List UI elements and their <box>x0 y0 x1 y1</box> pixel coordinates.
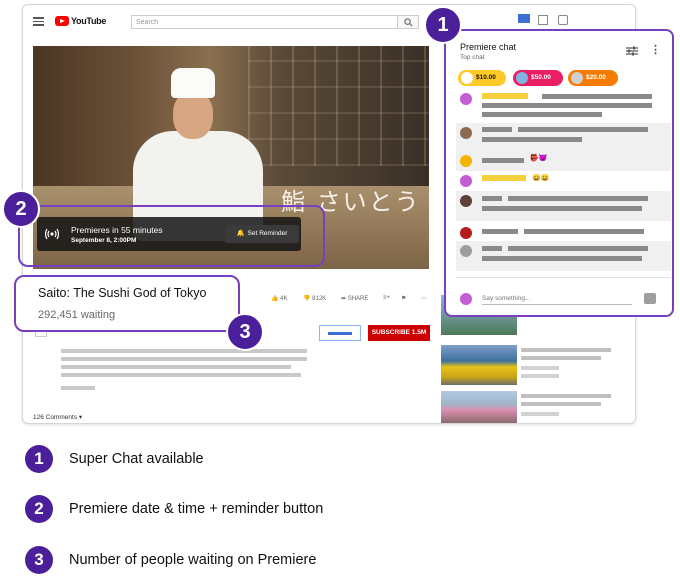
superchat-chip[interactable]: $10.00 <box>458 70 506 86</box>
live-radio-icon <box>45 228 59 240</box>
share-button[interactable]: ➦ SHARE <box>341 295 368 302</box>
legend-text-3: Number of people waiting on Premiere <box>69 552 317 568</box>
chat-message: 😄😄 <box>456 171 671 191</box>
create-icon[interactable] <box>518 14 530 23</box>
chat-input-underline <box>482 304 632 305</box>
chat-title: Premiere chat <box>460 42 517 52</box>
chat-input[interactable]: Say something... <box>482 295 530 302</box>
legend-badge-2: 2 <box>25 495 53 523</box>
recommendation-title[interactable] <box>521 348 611 352</box>
avatar <box>571 72 583 84</box>
youtube-logo-text[interactable]: YouTube <box>71 16 106 26</box>
like-button[interactable]: 👍 4K <box>271 295 287 302</box>
callout-badge-2: 2 <box>2 190 40 228</box>
filter-icon[interactable] <box>626 46 638 56</box>
avatar <box>460 245 472 257</box>
recommendation-channel <box>521 366 559 370</box>
emoji: 😄😄 <box>532 175 550 182</box>
dislike-button[interactable]: 👎 812K <box>303 295 326 302</box>
avatar <box>461 72 473 84</box>
chat-author[interactable] <box>482 93 528 99</box>
video-shoji-screen <box>248 46 429 166</box>
save-button[interactable]: ≡+ <box>383 295 390 301</box>
chat-message: 👺😈 <box>456 151 671 171</box>
chat-message <box>456 89 671 123</box>
legend-text-1: Super Chat available <box>69 451 204 467</box>
more-vert-icon[interactable]: ⋮ <box>650 43 661 56</box>
recommendation-title[interactable] <box>521 394 611 398</box>
menu-icon[interactable] <box>33 17 44 26</box>
superchat-send-icon[interactable] <box>644 293 656 304</box>
avatar <box>460 127 472 139</box>
chef-hat <box>171 68 215 98</box>
premiere-date: September 8, 2:00PM <box>71 237 137 244</box>
avatar <box>516 72 528 84</box>
premiere-banner: Premieres in 55 minutes September 8, 2:0… <box>37 217 301 251</box>
recommendation-views <box>521 374 559 378</box>
video-actions: 👍 4K 👎 812K ➦ SHARE ≡+ ⚑ ⋯ <box>261 295 431 307</box>
bell-icon: 🔔 <box>236 230 245 237</box>
subscribe-button[interactable]: SUBSCRIBE 1.5M <box>368 325 430 341</box>
description-line <box>61 365 291 369</box>
emoji: 👺😈 <box>530 155 548 162</box>
video-title: Saito: The Sushi God of Tokyo <box>38 286 207 300</box>
recommendation-thumbnail[interactable] <box>441 345 517 385</box>
avatar <box>460 293 472 305</box>
avatar <box>460 93 472 105</box>
youtube-logo-icon[interactable] <box>55 16 69 26</box>
legend-badge-3: 3 <box>25 546 53 574</box>
search-input[interactable]: Search <box>131 15 397 29</box>
recommendation-title[interactable] <box>521 402 601 406</box>
legend-badge-1: 1 <box>25 445 53 473</box>
apps-icon[interactable] <box>538 15 548 25</box>
superchat-chip[interactable]: $20.00 <box>568 70 618 86</box>
waiting-count: 292,451 waiting <box>38 309 116 321</box>
avatar <box>460 195 472 207</box>
premiere-chat-panel: Premiere chat Top chat ⋮ $10.00 $50.00 $… <box>444 29 674 317</box>
callout-title-box <box>14 275 240 332</box>
callout-badge-1: 1 <box>424 6 462 44</box>
superchat-chip[interactable]: $50.00 <box>513 70 563 86</box>
grid-icon[interactable] <box>558 15 568 25</box>
chat-mode[interactable]: Top chat <box>460 54 485 61</box>
recommendation-thumbnail[interactable] <box>441 391 517 423</box>
search-icon <box>404 18 413 27</box>
description-line <box>61 373 301 377</box>
recommendation-title[interactable] <box>521 356 601 360</box>
comments-count[interactable]: 126 Comments ▾ <box>33 413 82 421</box>
recommendation-channel <box>521 412 559 416</box>
join-button[interactable] <box>319 325 361 341</box>
divider <box>456 277 671 278</box>
callout-badge-3: 3 <box>226 313 264 351</box>
chat-message <box>456 223 671 241</box>
legend-text-2: Premiere date & time + reminder button <box>69 501 324 517</box>
chat-message <box>456 241 671 271</box>
avatar <box>460 227 472 239</box>
description-line <box>61 349 307 353</box>
premiere-countdown: Premieres in 55 minutes <box>71 225 163 235</box>
chat-author[interactable] <box>482 175 526 181</box>
show-more-link[interactable] <box>61 386 95 390</box>
flag-icon[interactable]: ⚑ <box>401 295 406 302</box>
description-line <box>61 357 307 361</box>
chat-message <box>456 191 671 221</box>
more-icon[interactable]: ⋯ <box>421 295 427 302</box>
avatar <box>460 175 472 187</box>
search-button[interactable] <box>397 15 419 29</box>
chat-message <box>456 123 671 151</box>
chef-head <box>173 91 213 139</box>
set-reminder-button[interactable]: 🔔 Set Reminder <box>225 225 299 243</box>
avatar <box>460 155 472 167</box>
